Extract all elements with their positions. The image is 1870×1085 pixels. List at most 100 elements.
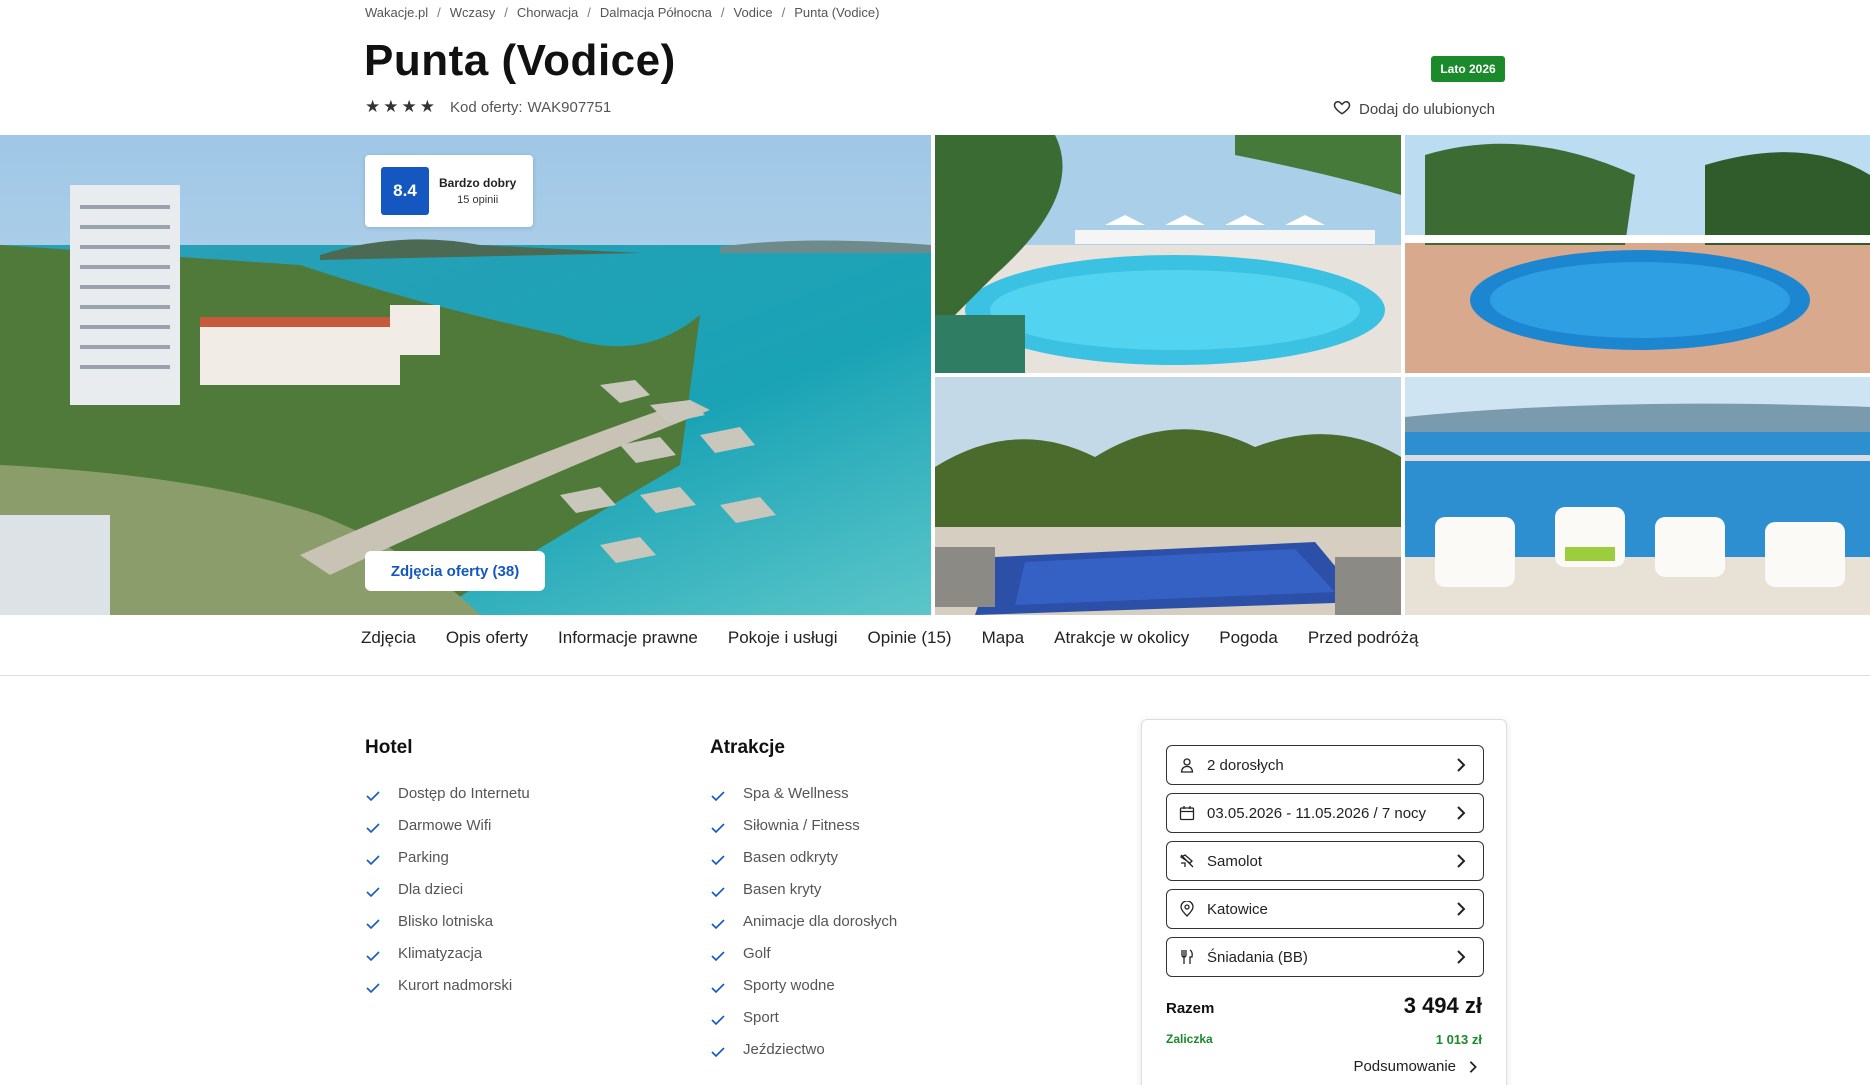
- tab-opis-oferty[interactable]: Opis oferty: [446, 628, 528, 648]
- amenity-label: Sport: [743, 1008, 779, 1026]
- hotel-stars: ★ ★ ★ ★: [365, 97, 435, 117]
- check-icon: [366, 791, 380, 802]
- hotel-amenities-title: Hotel: [365, 737, 413, 758]
- chevron-right-icon: [1469, 1060, 1477, 1073]
- check-icon: [366, 887, 380, 898]
- summary-label: Podsumowanie: [1353, 1058, 1456, 1075]
- amenity-item: Dostęp do Internetu: [365, 777, 530, 809]
- tab-pogoda[interactable]: Pogoda: [1219, 628, 1278, 648]
- chevron-right-icon: [1457, 758, 1466, 772]
- gallery-thumbnail[interactable]: [935, 135, 1401, 373]
- star-icon: ★: [365, 97, 381, 116]
- hotel-amenities: Hotel Dostęp do Internetu Darmowe Wifi P…: [365, 737, 530, 1001]
- star-icon: ★: [419, 97, 435, 116]
- amenity-item: Siłownia / Fitness: [710, 809, 897, 841]
- total-label: Razem: [1166, 1000, 1215, 1017]
- amenity-item: Dla dzieci: [365, 873, 530, 905]
- chevron-right-icon: [1457, 854, 1466, 868]
- departure-selector[interactable]: Katowice: [1166, 889, 1484, 929]
- check-icon: [711, 855, 725, 866]
- tab-przed-podroza[interactable]: Przed podróżą: [1308, 628, 1419, 648]
- chevron-right-icon: [1457, 902, 1466, 916]
- gallery-thumbnail[interactable]: [935, 377, 1401, 615]
- transport-selector[interactable]: Samolot: [1166, 841, 1484, 881]
- breadcrumb-separator: /: [781, 5, 786, 20]
- amenity-label: Kurort nadmorski: [398, 976, 513, 994]
- departure-value: Katowice: [1207, 900, 1268, 918]
- check-icon: [366, 855, 380, 866]
- breadcrumb-link-vodice[interactable]: Vodice: [734, 5, 773, 20]
- amenity-label: Jeździectwo: [743, 1040, 825, 1058]
- check-icon: [366, 983, 380, 994]
- amenity-label: Sporty wodne: [743, 976, 835, 994]
- amenity-item: Jeździectwo: [710, 1033, 897, 1065]
- breadcrumb: Wakacje.pl / Wczasy / Chorwacja / Dalmac…: [365, 5, 880, 20]
- amenity-item: Klimatyzacja: [365, 937, 530, 969]
- tab-opinie[interactable]: Opinie (15): [867, 628, 951, 648]
- total-price: 3 494 zł: [1403, 993, 1482, 1018]
- tab-pokoje-i-uslugi[interactable]: Pokoje i usługi: [728, 628, 838, 648]
- gallery-thumbnail[interactable]: [1405, 377, 1870, 615]
- tab-zdjecia[interactable]: Zdjęcia: [361, 628, 416, 648]
- favorites-label: Dodaj do ulubionych: [1359, 100, 1495, 118]
- amenity-label: Animacje dla dorosłych: [743, 912, 898, 930]
- attractions-amenities: Atrakcje Spa & Wellness Siłownia / Fitne…: [710, 737, 897, 1065]
- breadcrumb-separator: /: [504, 5, 508, 20]
- summary-link[interactable]: Podsumowanie: [1353, 1058, 1480, 1075]
- check-icon: [366, 919, 380, 930]
- tab-informacje-prawne[interactable]: Informacje prawne: [558, 628, 698, 648]
- calendar-icon: [1179, 805, 1195, 821]
- breadcrumb-link-chorwacja[interactable]: Chorwacja: [517, 5, 578, 20]
- board-value: Śniadania (BB): [1207, 948, 1308, 966]
- travelers-selector[interactable]: 2 dorosłych: [1166, 745, 1484, 785]
- tab-mapa[interactable]: Mapa: [982, 628, 1025, 648]
- amenity-item: Sporty wodne: [710, 969, 897, 1001]
- amenity-label: Darmowe Wifi: [398, 816, 492, 834]
- page-title: Punta (Vodice): [364, 36, 676, 85]
- amenity-item: Parking: [365, 841, 530, 873]
- breadcrumb-link-wakacje[interactable]: Wakacje.pl: [365, 5, 428, 20]
- rating-label: Bardzo dobry: [439, 176, 517, 190]
- deposit-price: 1 013 zł: [1435, 1032, 1482, 1047]
- amenity-label: Basen kryty: [743, 880, 822, 898]
- breadcrumb-link-dalmacja[interactable]: Dalmacja Północna: [600, 5, 712, 20]
- amenity-item: Basen kryty: [710, 873, 897, 905]
- check-icon: [366, 951, 380, 962]
- gallery-thumbnail[interactable]: [1405, 135, 1870, 373]
- check-icon: [366, 823, 380, 834]
- add-to-favorites-button[interactable]: Dodaj do ulubionych: [1333, 98, 1495, 120]
- check-icon: [711, 1047, 725, 1058]
- rating-card[interactable]: 8.4 Bardzo dobry 15 opinii: [365, 155, 533, 227]
- person-icon: [1179, 757, 1195, 773]
- main-photo[interactable]: 8.4 Bardzo dobry 15 opinii Zdjęcia ofert…: [0, 135, 931, 615]
- amenity-label: Dostęp do Internetu: [398, 784, 530, 802]
- season-badge: Lato 2026: [1431, 56, 1505, 82]
- transport-value: Samolot: [1207, 852, 1263, 870]
- breadcrumb-current: Punta (Vodice): [794, 5, 880, 20]
- dates-value: 03.05.2026 - 11.05.2026 / 7 nocy: [1207, 804, 1427, 822]
- heart-icon: [1333, 98, 1351, 120]
- star-icon: ★: [401, 97, 417, 116]
- board-selector[interactable]: Śniadania (BB): [1166, 937, 1484, 977]
- offer-code-label: Kod oferty:: [450, 99, 523, 116]
- check-icon: [711, 887, 725, 898]
- amenity-label: Golf: [743, 944, 771, 962]
- offer-code-value: WAK907751: [527, 99, 612, 116]
- offer-tabs: Zdjęcia Opis oferty Informacje prawne Po…: [361, 628, 1418, 648]
- chevron-right-icon: [1457, 806, 1466, 820]
- chevron-right-icon: [1457, 950, 1466, 964]
- amenity-item: Darmowe Wifi: [365, 809, 530, 841]
- deposit-label: Zaliczka: [1166, 1032, 1213, 1046]
- check-icon: [711, 823, 725, 834]
- rating-count: 15 opinii: [457, 194, 499, 206]
- amenity-label: Siłownia / Fitness: [743, 816, 860, 834]
- amenity-label: Parking: [398, 848, 449, 866]
- check-icon: [711, 791, 725, 802]
- check-icon: [711, 1015, 725, 1026]
- amenity-item: Golf: [710, 937, 897, 969]
- check-icon: [711, 951, 725, 962]
- tab-atrakcje-w-okolicy[interactable]: Atrakcje w okolicy: [1054, 628, 1189, 648]
- photos-button[interactable]: Zdjęcia oferty (38): [365, 551, 545, 591]
- dates-selector[interactable]: 03.05.2026 - 11.05.2026 / 7 nocy: [1166, 793, 1484, 833]
- breadcrumb-link-wczasy[interactable]: Wczasy: [450, 5, 496, 20]
